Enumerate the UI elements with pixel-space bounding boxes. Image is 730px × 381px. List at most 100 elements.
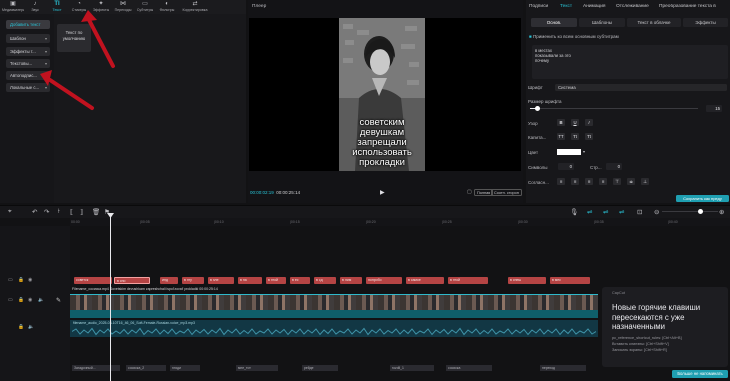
italic-button[interactable]: I [585,119,593,126]
subtitle-clip[interactable]: в спеш [508,277,546,284]
tool-effects[interactable]: ✦ Эффекты [90,0,112,14]
subtitle-clip[interactable]: в лим [340,277,362,284]
align-justify-icon[interactable]: ≡ [599,178,607,185]
tool-adjust[interactable]: ⇄ Корректировка [180,0,210,14]
nav-template[interactable]: Шаблон ▾ [6,34,50,43]
subtitle-clip[interactable]: в мес [550,277,590,284]
nav-auto-captions[interactable]: Автоподпис... [6,71,50,80]
subtab-templates[interactable]: Шаблоны [579,18,625,27]
zoom-slider-handle[interactable] [698,209,703,214]
char-spacing-input[interactable]: 0 [558,163,574,170]
subtitle-clip[interactable]: в самое [406,277,444,284]
nav-local-captions[interactable]: Локальные с... ▾ [6,83,50,92]
bottom-clip[interactable]: Загадочный... [72,365,120,371]
tool-media[interactable]: ▣Медиаматериалы [2,0,24,14]
tool-filters[interactable]: ◐ Фильтры [156,0,178,14]
valign-bottom-icon[interactable]: ⊥ [641,178,649,185]
subtitle-clip[interactable]: советск [74,277,112,284]
nav-add-text[interactable]: Добавить текст [6,20,50,29]
split-icon[interactable]: ⟊ [58,208,60,216]
lowercase-button[interactable]: Tt [585,133,593,140]
subtitle-clip[interactable]: в спо [114,277,150,284]
tab-tracking[interactable]: Отслеживание [616,4,649,9]
apply-all-checkbox[interactable]: ■ Применить ко всем основным субтитрам [529,34,619,39]
fullscreen-icon[interactable]: ▢ [467,189,472,195]
select-cursor-icon[interactable]: ⌖ [8,208,12,216]
tab-captions[interactable]: Подписи [529,4,548,9]
subtitle-clip[interactable]: в сд [314,277,336,284]
bottom-clip[interactable]: рейде [302,365,338,371]
delete-icon[interactable]: 🗑 [92,208,100,216]
video-clip-bar[interactable] [70,310,598,318]
zoom-fit-icon[interactable]: ⊡ [637,208,642,216]
underline-button[interactable]: U [571,119,579,126]
valign-middle-icon[interactable]: ≑ [627,178,635,185]
eye-icon[interactable]: ◉ [28,298,32,303]
tab-text[interactable]: Текст [560,4,572,9]
tool-transitions[interactable]: ⋈ Переходы [112,0,134,14]
subtab-basic[interactable]: Основ. [531,18,577,27]
microphone-icon[interactable]: 🎙 [570,208,578,216]
align-center-icon[interactable]: ≡ [571,178,579,185]
lock-icon[interactable]: 🔒 [18,325,24,330]
subtab-bubble[interactable]: Текст в облачке [627,18,681,27]
subtitle-clip[interactable]: в этой [266,277,286,284]
video-clip-thumbnails[interactable] [70,294,598,310]
bold-button[interactable]: B [557,119,565,126]
bottom-clip[interactable]: мне_тот [236,365,278,371]
tab-animation[interactable]: Анимация [583,4,606,9]
cover-icon[interactable]: ✎ [56,297,61,304]
bottom-clip[interactable]: гляди [170,365,200,371]
nav-text-effects[interactable]: Эффекты т... ▾ [6,47,50,56]
playhead[interactable] [110,213,111,381]
magnet-icon[interactable]: ⇌ [603,208,608,216]
zoom-slider[interactable] [662,211,718,213]
valign-top-icon[interactable]: ⊤ [613,178,621,185]
nav-text-templates[interactable]: Текстовы... ▾ [6,59,50,68]
subtitle-clip[interactable]: в этой [448,277,488,284]
eye-icon[interactable]: ◉ [28,278,32,283]
chevron-down-icon[interactable]: ▾ [583,149,585,154]
line-spacing-input[interactable]: 0 [606,163,622,170]
size-value-input[interactable]: 15 [706,105,722,112]
titlecase-button[interactable]: Tt [571,133,579,140]
save-preset-button[interactable]: Сохранить как преду [676,195,729,202]
split-left-icon[interactable]: ⟦ [70,208,73,216]
preview-axis-icon[interactable]: ⇌ [619,208,624,216]
font-select[interactable]: Система [555,84,727,91]
subtitle-clip[interactable]: в на [238,277,262,284]
align-right-icon[interactable]: ≡ [585,178,593,185]
subtitle-clip[interactable]: попробо [366,277,402,284]
text-color-swatch[interactable] [557,149,581,155]
lock-icon[interactable]: 🔒 [18,278,24,283]
redo-icon[interactable]: ↷ [44,208,49,216]
uppercase-button[interactable]: TT [557,133,565,140]
bottom-clip[interactable]: сосиска [446,365,492,371]
default-text-card[interactable]: Текст по умолчанию [57,24,91,52]
link-clips-icon[interactable]: ⇌ [587,208,592,216]
size-slider-handle[interactable] [535,106,540,111]
split-right-icon[interactable]: ⟧ [80,208,83,216]
tool-subtitles[interactable]: ▭ Субтитры [134,0,156,14]
subtitle-clip[interactable]: в ес [290,277,310,284]
subtab-effects[interactable]: Эффекты [683,18,728,27]
tool-text[interactable]: TI Текст [46,0,68,14]
subtitle-clip[interactable]: в эту [182,277,204,284]
time-ruler[interactable] [70,218,730,226]
caption-text-field[interactable]: в местах показывали за это почему [532,45,728,79]
bottom-clip[interactable]: rozdil_1 [390,365,434,371]
play-icon[interactable]: ▶ [380,189,385,196]
tool-audio[interactable]: ♪ Звук [24,0,46,14]
subtitle-clip[interactable]: инд [160,277,178,284]
audio-mute-icon[interactable]: 🔈 [38,298,44,303]
align-left-icon[interactable]: ≡ [557,178,565,185]
dont-remind-button[interactable]: Больше не напоминать [672,370,728,378]
undo-icon[interactable]: ↶ [32,208,37,216]
subtitle-clip[interactable]: в эле [208,277,234,284]
size-slider[interactable] [530,108,698,110]
lock-icon[interactable]: 🔒 [18,298,24,303]
audio-mute-icon[interactable]: 🔈 [28,325,34,330]
bottom-clip[interactable]: сосиска_2 [126,365,166,371]
tool-stickers[interactable]: ◔ Стикеры [68,0,90,14]
zoom-in-icon[interactable]: ⊕ [719,208,724,216]
